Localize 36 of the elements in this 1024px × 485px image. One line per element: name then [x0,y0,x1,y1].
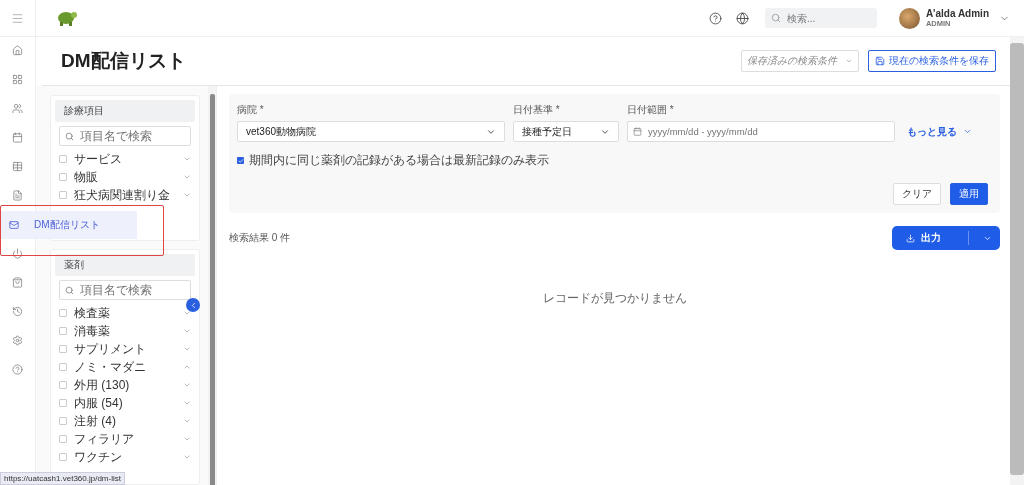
result-count: 検索結果 0 件 [229,231,291,245]
apply-button[interactable]: 適用 [950,183,988,205]
checkbox-label: 期間内に同じ薬剤の記録がある場合は最新記録のみ表示 [249,152,549,169]
save-search-button[interactable]: 現在の検索条件を保存 [868,50,996,72]
filter-item-label: 内服 (54) [74,394,124,412]
empty-message: レコードが見つかりません [541,290,688,307]
field-label: 日付範囲 * [627,103,675,117]
more-link[interactable]: もっと見る [907,121,972,142]
field-label: 日付基準 * [513,103,561,117]
filter-item-label: 外用 (130) [74,376,131,394]
filter-item-label: ノミ・マダニ [74,358,147,376]
filter-item-label: ワクチン [74,448,123,466]
clear-button[interactable]: クリア [893,183,941,205]
select-field[interactable]: vet360動物病院 [237,121,505,142]
date-range-field[interactable]: yyyy/mm/dd - yyyy/mm/dd [627,121,895,142]
tooltip-label: DM配信リスト [34,218,100,232]
filter-item-label: サービス [74,150,123,168]
select-field[interactable]: 接種予定日 [513,121,619,142]
saved-search-select[interactable]: 保存済みの検索条件 [741,50,859,72]
filter-item-label: 注射 (4) [74,412,117,430]
status-url: https://uatcash1.vet360.jp/dm-list [0,472,125,485]
group-header: 薬剤 [55,254,195,276]
page-title: DM配信リスト [61,49,186,73]
export-button[interactable]: 出力 [892,226,1000,250]
filter-item-label: 検査薬 [74,304,111,322]
filter-item-label: 狂犬病関連割り金 [74,186,171,204]
field-label: 病院 * [237,103,265,117]
filter-item-label: フィラリア [74,430,135,448]
search-field[interactable]: 検索... [764,8,877,28]
filter-search-field[interactable]: 項目名で検索 [59,280,191,300]
filter-item-label: 消毒薬 [74,322,111,340]
filter-search-field[interactable]: 項目名で検索 [59,126,191,146]
group-header: 診療項目 [55,100,195,122]
user-name: A'alda Admin [925,8,989,19]
filter-item-label: サプリメント [74,340,147,358]
filter-item-label: 物販 [74,168,99,186]
